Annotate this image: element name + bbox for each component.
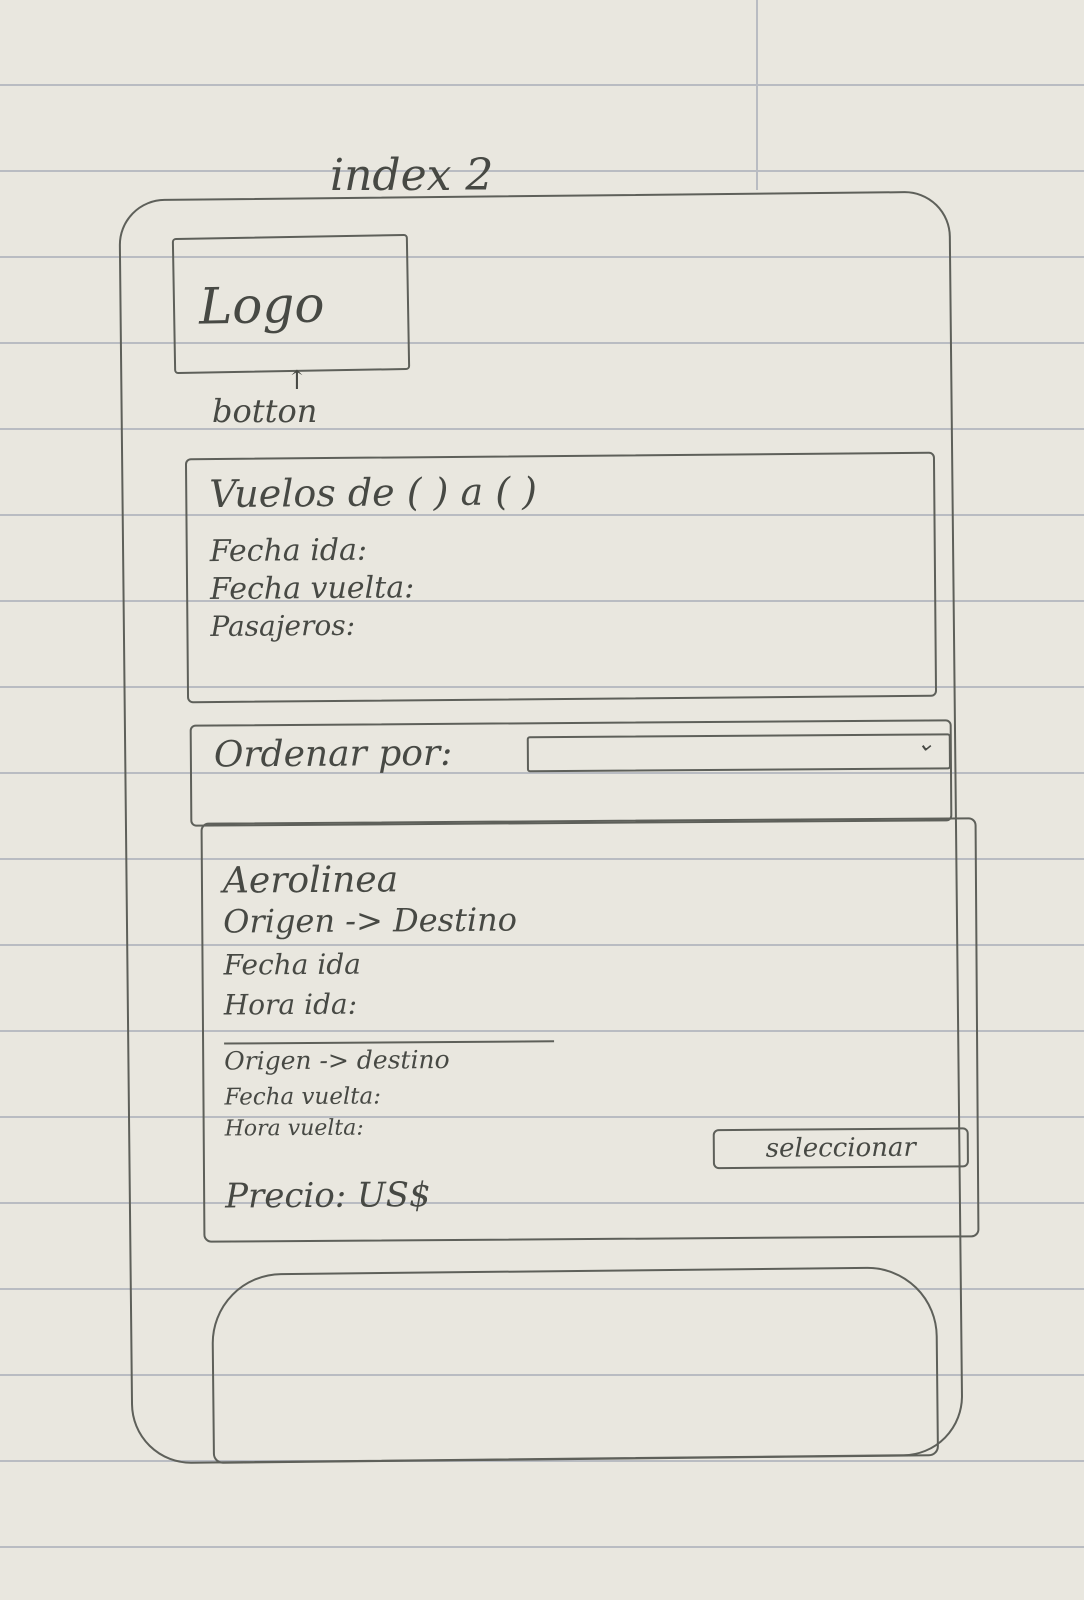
sort-label: Ordenar por: [213,732,453,776]
outbound-route: Origen -> Destino [223,900,518,941]
sort-bar: Ordenar por: ⌄ [189,719,953,827]
return-date-field[interactable]: Fecha vuelta: [210,570,414,607]
flight-result-card: Aerolinea Origen -> Destino Fecha ida Ho… [200,817,980,1243]
passengers-field[interactable]: Pasajeros: [210,609,355,643]
page-title: index 2 [330,150,494,201]
footer-box [211,1266,939,1464]
airline-label: Aerolinea [222,859,399,902]
notebook-margin-line [756,0,758,190]
sort-select[interactable]: ⌄ [526,731,951,773]
select-flight-button[interactable]: seleccionar [712,1127,969,1170]
return-date: Fecha vuelta: [224,1083,382,1111]
chevron-down-icon: ⌄ [916,731,935,757]
logo-button[interactable]: Logo [171,233,411,375]
price-label: Precio: US$ [225,1175,431,1217]
return-route: Origen -> destino [224,1044,450,1076]
return-time: Hora vuelta: [224,1115,364,1142]
logo-text: Logo [198,275,325,336]
leg-divider [224,1040,555,1045]
outbound-time: Hora ida: [223,987,358,1022]
departure-date-field[interactable]: Fecha ida: [210,533,368,569]
logo-button-annotation: botton [212,392,318,430]
route-line[interactable]: Vuelos de ( ) a ( ) [209,469,537,516]
outbound-date: Fecha ida [223,947,362,982]
flight-search-panel: Vuelos de ( ) a ( ) Fecha ida: Fecha vue… [184,451,938,704]
